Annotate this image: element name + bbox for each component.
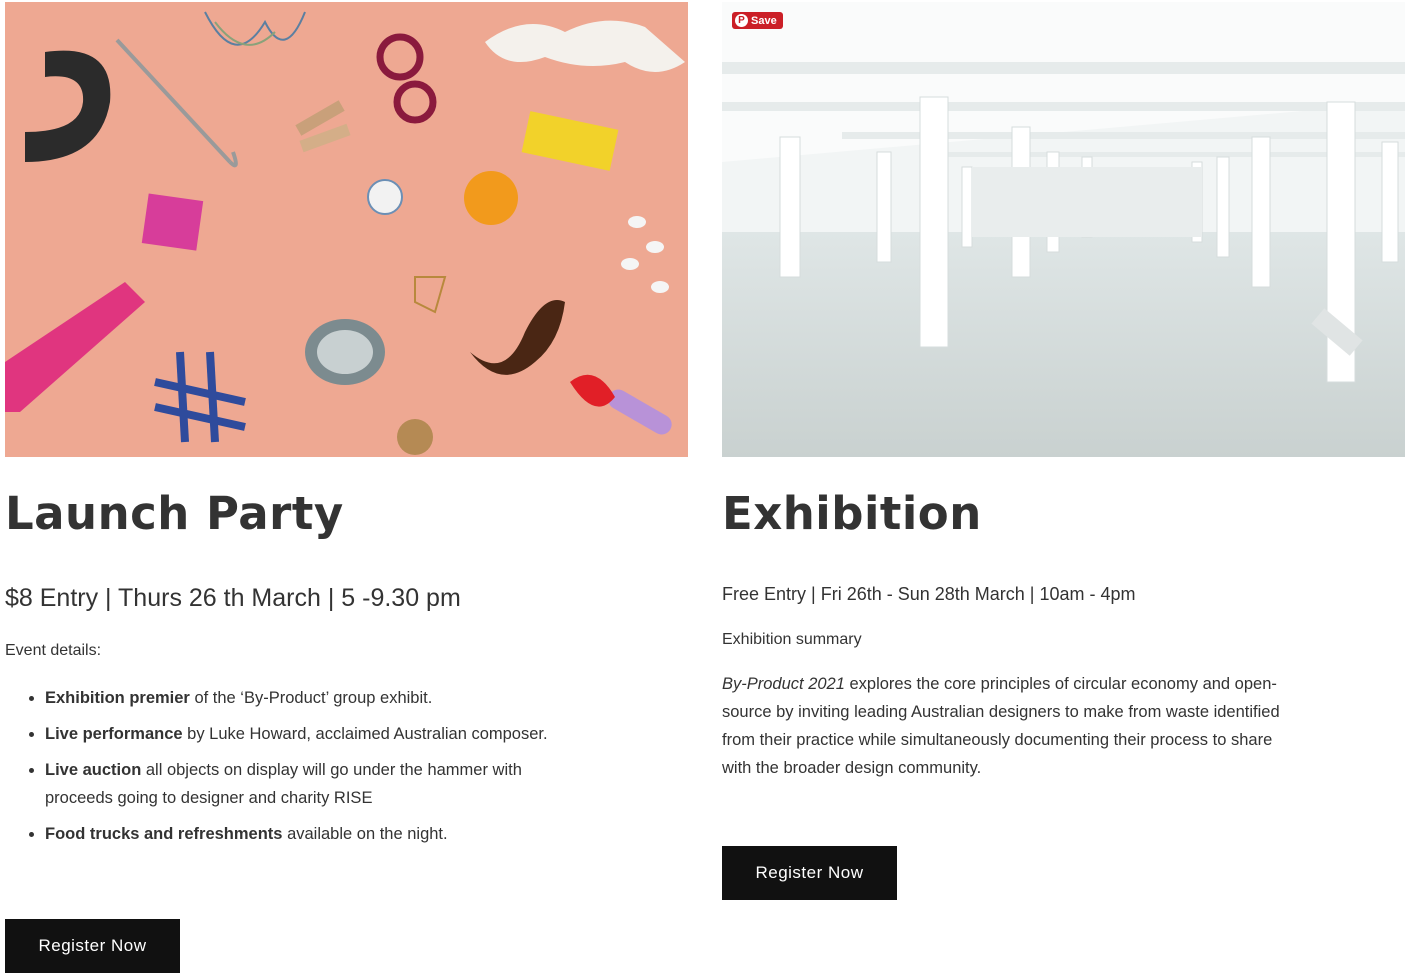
launch-party-meta: $8 Entry | Thurs 26 th March | 5 -9.30 p… <box>5 584 461 612</box>
exhibition-title: Exhibition <box>722 487 982 540</box>
list-item: Food trucks and refreshments available o… <box>45 820 565 848</box>
exhibition-summary-label: Exhibition summary <box>722 631 862 648</box>
list-item: Live performance by Luke Howard, acclaim… <box>45 720 565 748</box>
launch-register-button[interactable]: Register Now <box>5 919 180 973</box>
event-details-label: Event details: <box>5 642 102 659</box>
list-item: Live auction all objects on display will… <box>45 756 565 812</box>
exhibition-photo: P Save <box>722 2 1405 457</box>
list-item: Exhibition premier of the ‘By-Product’ g… <box>45 684 565 712</box>
exhibition-register-button[interactable]: Register Now <box>722 846 897 900</box>
event-details-list: Exhibition premier of the ‘By-Product’ g… <box>5 684 565 856</box>
exhibition-section: P Save Exhibition Free Entry | Fri 26th … <box>722 0 1405 900</box>
pinterest-icon: P <box>735 14 748 27</box>
launch-party-title: Launch Party <box>5 487 344 540</box>
exhibition-summary: By-Product 2021 explores the core princi… <box>722 675 1280 777</box>
launch-party-section: Launch Party $8 Entry | Thurs 26 th Marc… <box>5 0 688 973</box>
launch-party-photo <box>5 2 688 457</box>
exhibition-meta: Free Entry | Fri 26th - Sun 28th March |… <box>722 584 1136 604</box>
pinterest-save-button[interactable]: P Save <box>732 12 783 29</box>
